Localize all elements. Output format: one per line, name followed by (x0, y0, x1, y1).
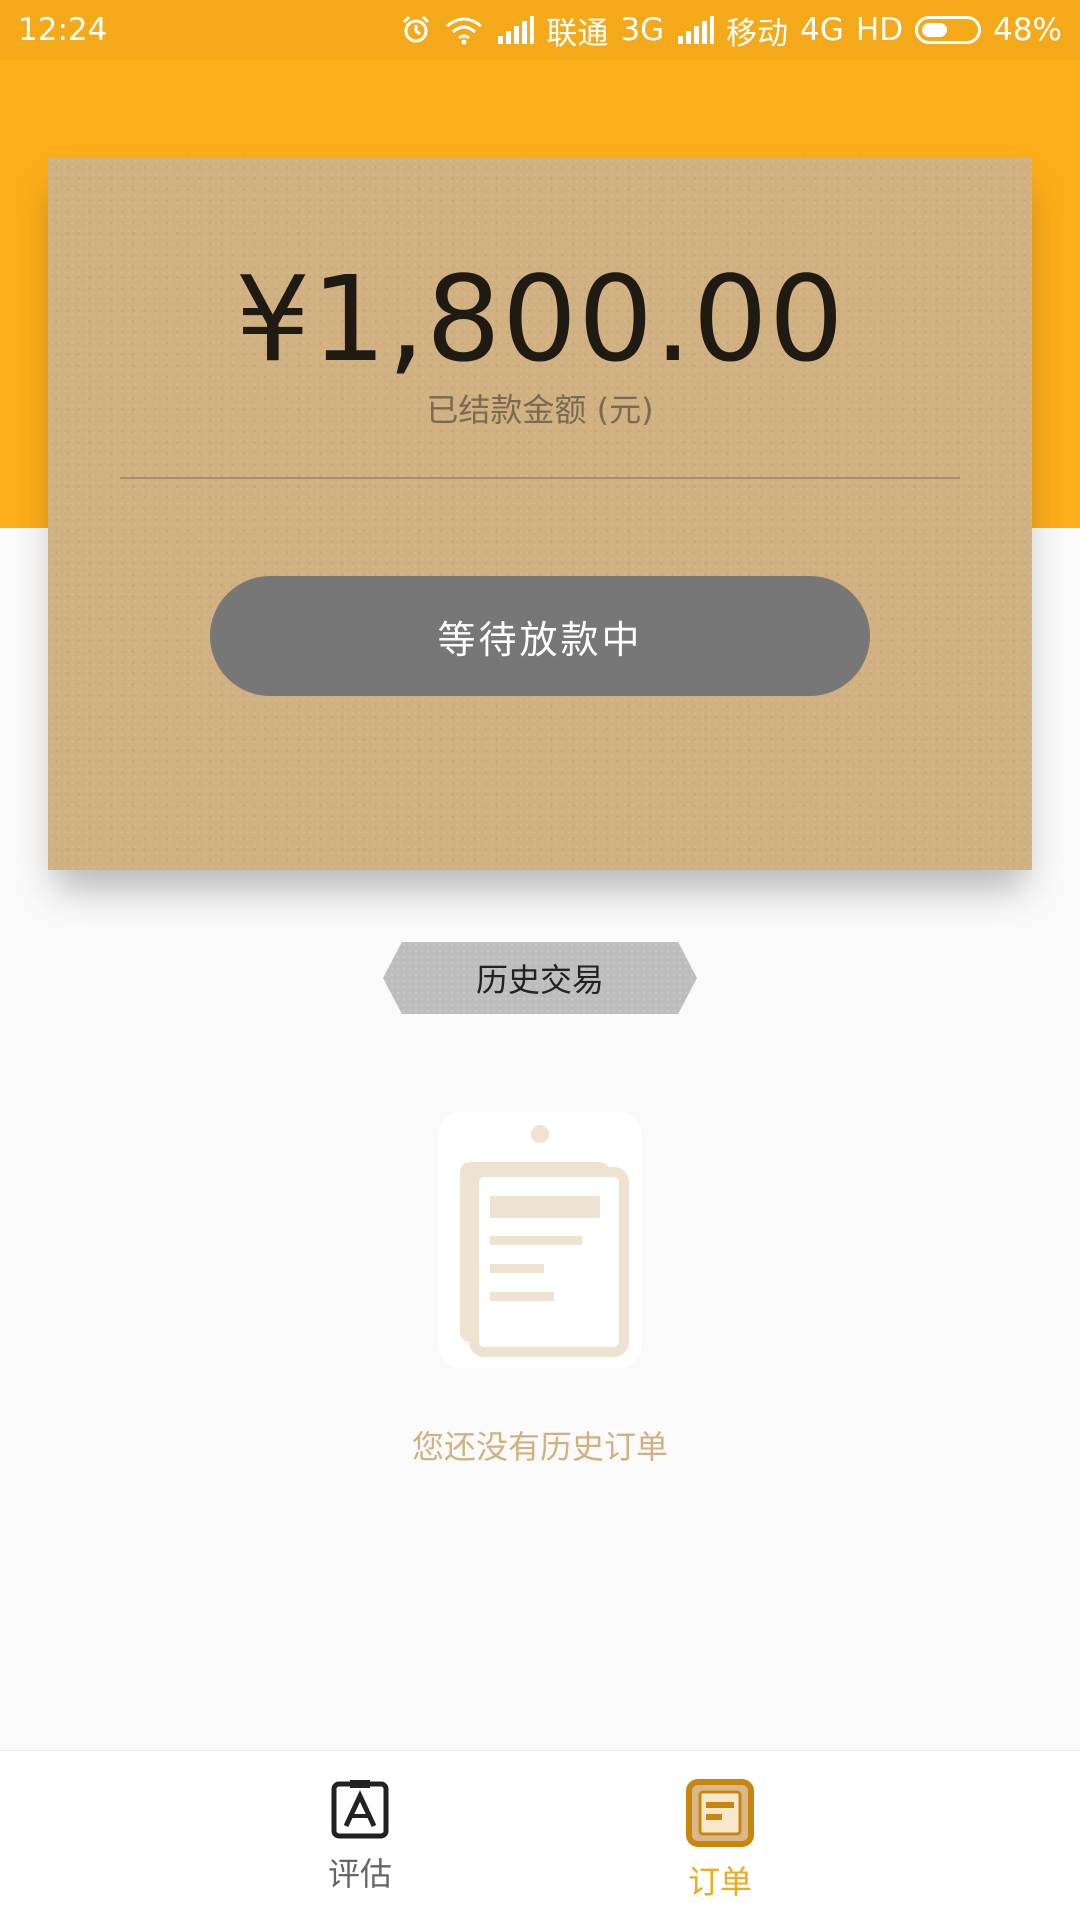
assessment-icon (330, 1779, 390, 1843)
empty-orders-text: 您还没有历史订单 (411, 1428, 668, 1466)
awaiting-payment-button[interactable]: 等待放款中 (210, 576, 870, 696)
battery-icon (915, 16, 982, 44)
tab-label: 评估 (327, 1855, 392, 1893)
history-transactions-label: 历史交易 (383, 942, 697, 1014)
carrier2: 移动 (726, 15, 789, 52)
signal-icon (676, 16, 715, 44)
carrier1: 联通 (546, 15, 609, 52)
signal-icon (496, 16, 535, 44)
wifi-icon (444, 14, 484, 46)
network2: 4G (800, 12, 844, 48)
settled-amount: ¥1,800.00 (235, 250, 845, 388)
tab-orders[interactable]: 订单 (660, 1779, 780, 1903)
card-divider (120, 477, 960, 479)
status-icons: 联通 3G 移动 4G HD 48% (400, 8, 1062, 53)
network1: 3G (620, 12, 665, 48)
status-bar: 12:24 联通 3G 移动 4G HD 48% (0, 0, 1080, 60)
balance-card: ¥1,800.00 已结款金额 (元) 等待放款中 (48, 157, 1032, 870)
bottom-tab-bar: 评估 订单 (0, 1750, 1080, 1921)
clipboard-icon (438, 1112, 642, 1368)
orders-icon (686, 1779, 754, 1851)
status-time: 12:24 (18, 12, 108, 48)
battery-percent: 48% (993, 12, 1062, 48)
hd-indicator: HD (855, 12, 904, 48)
tab-label: 订单 (687, 1863, 752, 1901)
tab-assessment[interactable]: 评估 (300, 1779, 420, 1895)
alarm-icon (400, 14, 432, 46)
battery-fill (922, 23, 948, 37)
settled-amount-caption: 已结款金额 (元) (426, 391, 654, 429)
